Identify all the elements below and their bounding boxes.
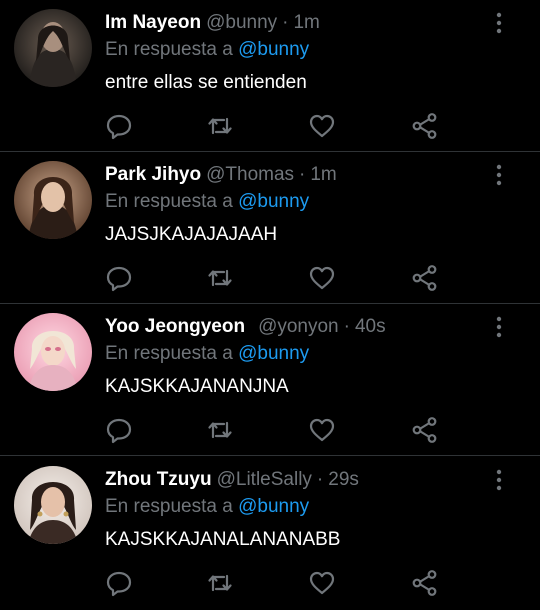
tweet[interactable]: Yoo Jeongyeon @yonyon · 40s En respuesta a … [0,304,540,456]
tweet-header: Park Jihyo @Thomas · 1m [105,163,337,187]
display-name[interactable]: Im Nayeon [105,12,201,33]
display-name[interactable]: Park Jihyo [105,164,201,185]
tweet[interactable]: Park Jihyo @Thomas · 1m En respuesta a @bun… [0,152,540,304]
separator: · [299,164,306,185]
share-icon[interactable] [411,569,439,597]
reply-context: En respuesta a @bunny [105,38,309,62]
reply-context: En respuesta a @bunny [105,342,309,366]
separator: · [343,316,350,337]
more-vertical-icon[interactable] [492,164,506,186]
reply-prefix: En respuesta a [105,191,233,212]
timestamp[interactable]: 1m [293,12,319,33]
timestamp[interactable]: 40s [355,316,386,337]
reply-mention[interactable]: @bunny [238,496,309,517]
retweet-icon[interactable] [206,264,234,292]
user-handle[interactable]: @Thomas [206,164,294,185]
retweet-icon[interactable] [206,416,234,444]
separator: · [282,12,289,33]
user-handle[interactable]: @LitleSally [217,469,312,490]
avatar[interactable] [14,466,92,544]
retweet-icon[interactable] [206,112,234,140]
tweet-header: Yoo Jeongyeon @yonyon · 40s [105,315,386,339]
more-vertical-icon[interactable] [492,469,506,491]
tweet-text: JAJSJKAJAJAJAAH [105,224,278,245]
avatar[interactable] [14,313,92,391]
reply-prefix: En respuesta a [105,496,233,517]
heart-icon[interactable] [308,416,336,444]
share-icon[interactable] [411,112,439,140]
user-handle[interactable]: @bunny [206,12,277,33]
tweet-header: Zhou Tzuyu @LitleSally · 29s [105,468,359,492]
timestamp[interactable]: 29s [328,469,359,490]
reply-mention[interactable]: @bunny [238,343,309,364]
more-vertical-icon[interactable] [492,316,506,338]
display-name[interactable]: Yoo Jeongyeon [105,316,245,337]
heart-icon[interactable] [308,569,336,597]
tweet-text: KAJSKKAJANALANANABB [105,529,341,550]
reply-icon[interactable] [105,112,133,140]
reply-prefix: En respuesta a [105,39,233,60]
tweet[interactable]: Im Nayeon @bunny · 1m En respuesta a @bunny… [0,0,540,152]
share-icon[interactable] [411,416,439,444]
separator: · [316,469,324,490]
tweet-header: Im Nayeon @bunny · 1m [105,11,320,35]
more-vertical-icon[interactable] [492,12,506,34]
avatar[interactable] [14,161,92,239]
tweet-text: KAJSKKAJANANJNA [105,376,289,397]
reply-icon[interactable] [105,569,133,597]
tweet[interactable]: Zhou Tzuyu @LitleSally · 29s En respuesta a… [0,457,540,609]
heart-icon[interactable] [308,112,336,140]
reply-icon[interactable] [105,416,133,444]
reply-context: En respuesta a @bunny [105,495,309,519]
display-name[interactable]: Zhou Tzuyu [105,469,212,490]
tweet-text: entre ellas se entienden [105,72,307,93]
user-handle[interactable]: @yonyon [258,316,339,337]
reply-mention[interactable]: @bunny [238,191,309,212]
retweet-icon[interactable] [206,569,234,597]
timestamp[interactable]: 1m [310,164,336,185]
heart-icon[interactable] [308,264,336,292]
reply-mention[interactable]: @bunny [238,39,309,60]
reply-context: En respuesta a @bunny [105,190,309,214]
reply-icon[interactable] [105,264,133,292]
share-icon[interactable] [411,264,439,292]
reply-prefix: En respuesta a [105,343,233,364]
avatar[interactable] [14,9,92,87]
divider [0,455,540,456]
